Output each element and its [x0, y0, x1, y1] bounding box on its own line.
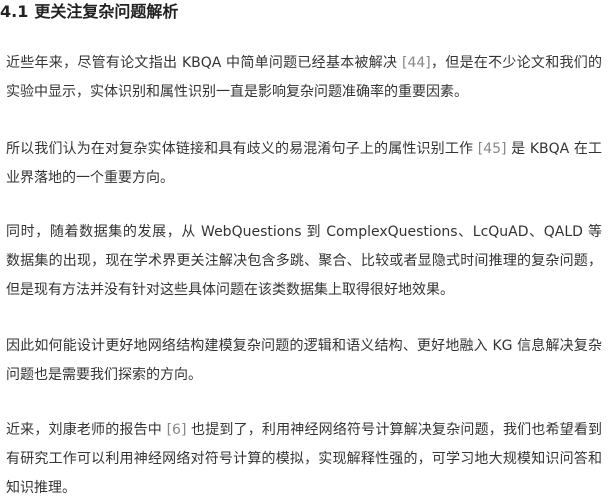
- citation-link[interactable]: [44]: [402, 55, 431, 71]
- section-heading: 4.1 更关注复杂问题解析: [0, 0, 178, 24]
- article-section: 4.1 更关注复杂问题解析 近些年来，尽管有论文指出 KBQA 中简单问题已经基本…: [0, 0, 613, 502]
- paragraph-text: 近些年来，尽管有论文指出 KBQA 中简单问题已经基本被解决: [6, 55, 403, 71]
- citation-link[interactable]: [6]: [167, 422, 187, 438]
- paragraph-neural-symbolic: 近来，刘康老师的报告中 [6] 也提到了，利用神经网络符号计算解决复杂问题，我们…: [6, 416, 602, 503]
- paragraph-text: 近来，刘康老师的报告中: [6, 422, 167, 438]
- paragraph-text: 所以我们认为在对复杂实体链接和具有歧义的易混淆句子上的属性识别工作: [6, 141, 478, 157]
- section-title: 更关注复杂问题解析: [34, 2, 179, 21]
- paragraph-network-structure: 因此如何能设计更好地网络结构建模复杂问题的逻辑和语义结构、更好地融入 KG 信息…: [6, 338, 602, 383]
- paragraph-industry-direction: 所以我们认为在对复杂实体链接和具有歧义的易混淆句子上的属性识别工作 [45] 是…: [6, 135, 602, 193]
- section-number: 4.1: [0, 2, 29, 21]
- paragraph-kbqa-simple-questions: 近些年来，尽管有论文指出 KBQA 中简单问题已经基本被解决 [44]，但是在不…: [6, 49, 602, 107]
- paragraph-datasets: 同时，随着数据集的发展，从 WebQuestions 到 ComplexQues…: [6, 224, 602, 298]
- citation-link[interactable]: [45]: [478, 141, 507, 157]
